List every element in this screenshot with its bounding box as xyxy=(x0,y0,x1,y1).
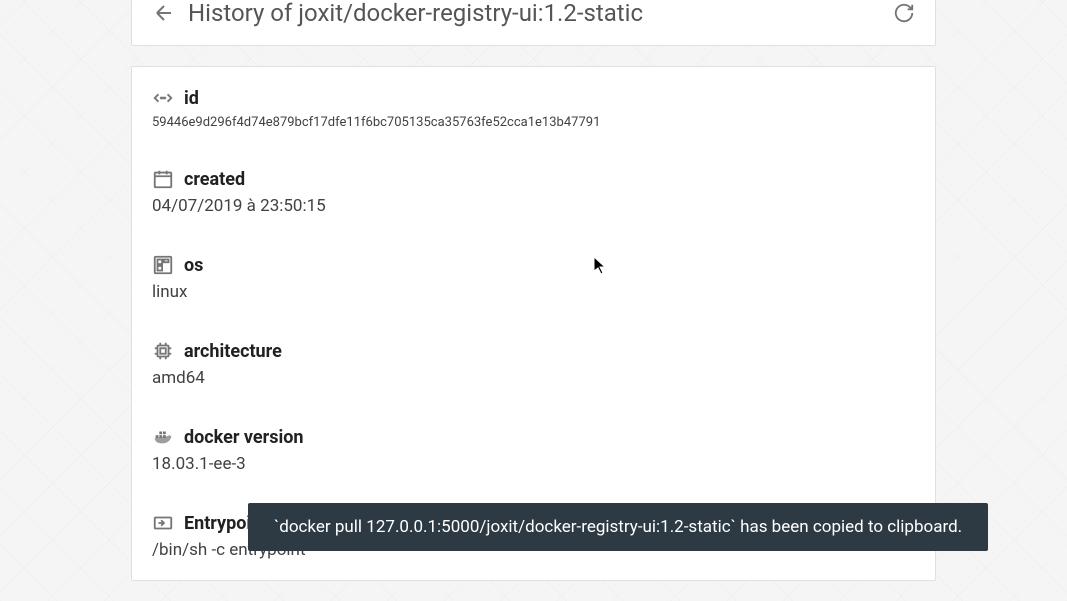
page-title: History of joxit/docker-registry-ui:1.2-… xyxy=(188,0,1067,27)
main-container: History of joxit/docker-registry-ui:1.2-… xyxy=(0,0,1067,581)
toast-notification: `docker pull 127.0.0.1:5000/joxit/docker… xyxy=(248,503,988,551)
field-label: created xyxy=(184,169,245,190)
field-value: linux xyxy=(152,282,915,302)
field-id: id 59446e9d296f4d74e879bcf17dfe11f6bc705… xyxy=(152,87,915,130)
dashboard-icon xyxy=(152,254,174,276)
field-value: 59446e9d296f4d74e879bcf17dfe11f6bc705135… xyxy=(152,115,915,130)
input-icon xyxy=(152,512,174,534)
field-docker-version: docker version 18.03.1-ee-3 xyxy=(152,426,915,474)
field-value: 04/07/2019 à 23:50:15 xyxy=(152,196,915,216)
field-value: amd64 xyxy=(152,368,915,388)
header-card: History of joxit/docker-registry-ui:1.2-… xyxy=(131,0,936,46)
field-value: 18.03.1-ee-3 xyxy=(152,454,915,474)
back-arrow-icon[interactable] xyxy=(152,1,176,25)
field-architecture: architecture amd64 xyxy=(152,340,915,388)
field-label: os xyxy=(184,255,203,276)
field-created: created 04/07/2019 à 23:50:15 xyxy=(152,168,915,216)
refresh-icon[interactable] xyxy=(893,2,915,24)
field-label: docker version xyxy=(184,427,303,448)
calendar-icon xyxy=(152,168,174,190)
docker-icon xyxy=(152,426,174,448)
code-icon xyxy=(152,87,174,109)
field-os: os linux xyxy=(152,254,915,302)
field-label: architecture xyxy=(184,341,282,362)
field-label: id xyxy=(184,88,199,109)
chip-icon xyxy=(152,340,174,362)
